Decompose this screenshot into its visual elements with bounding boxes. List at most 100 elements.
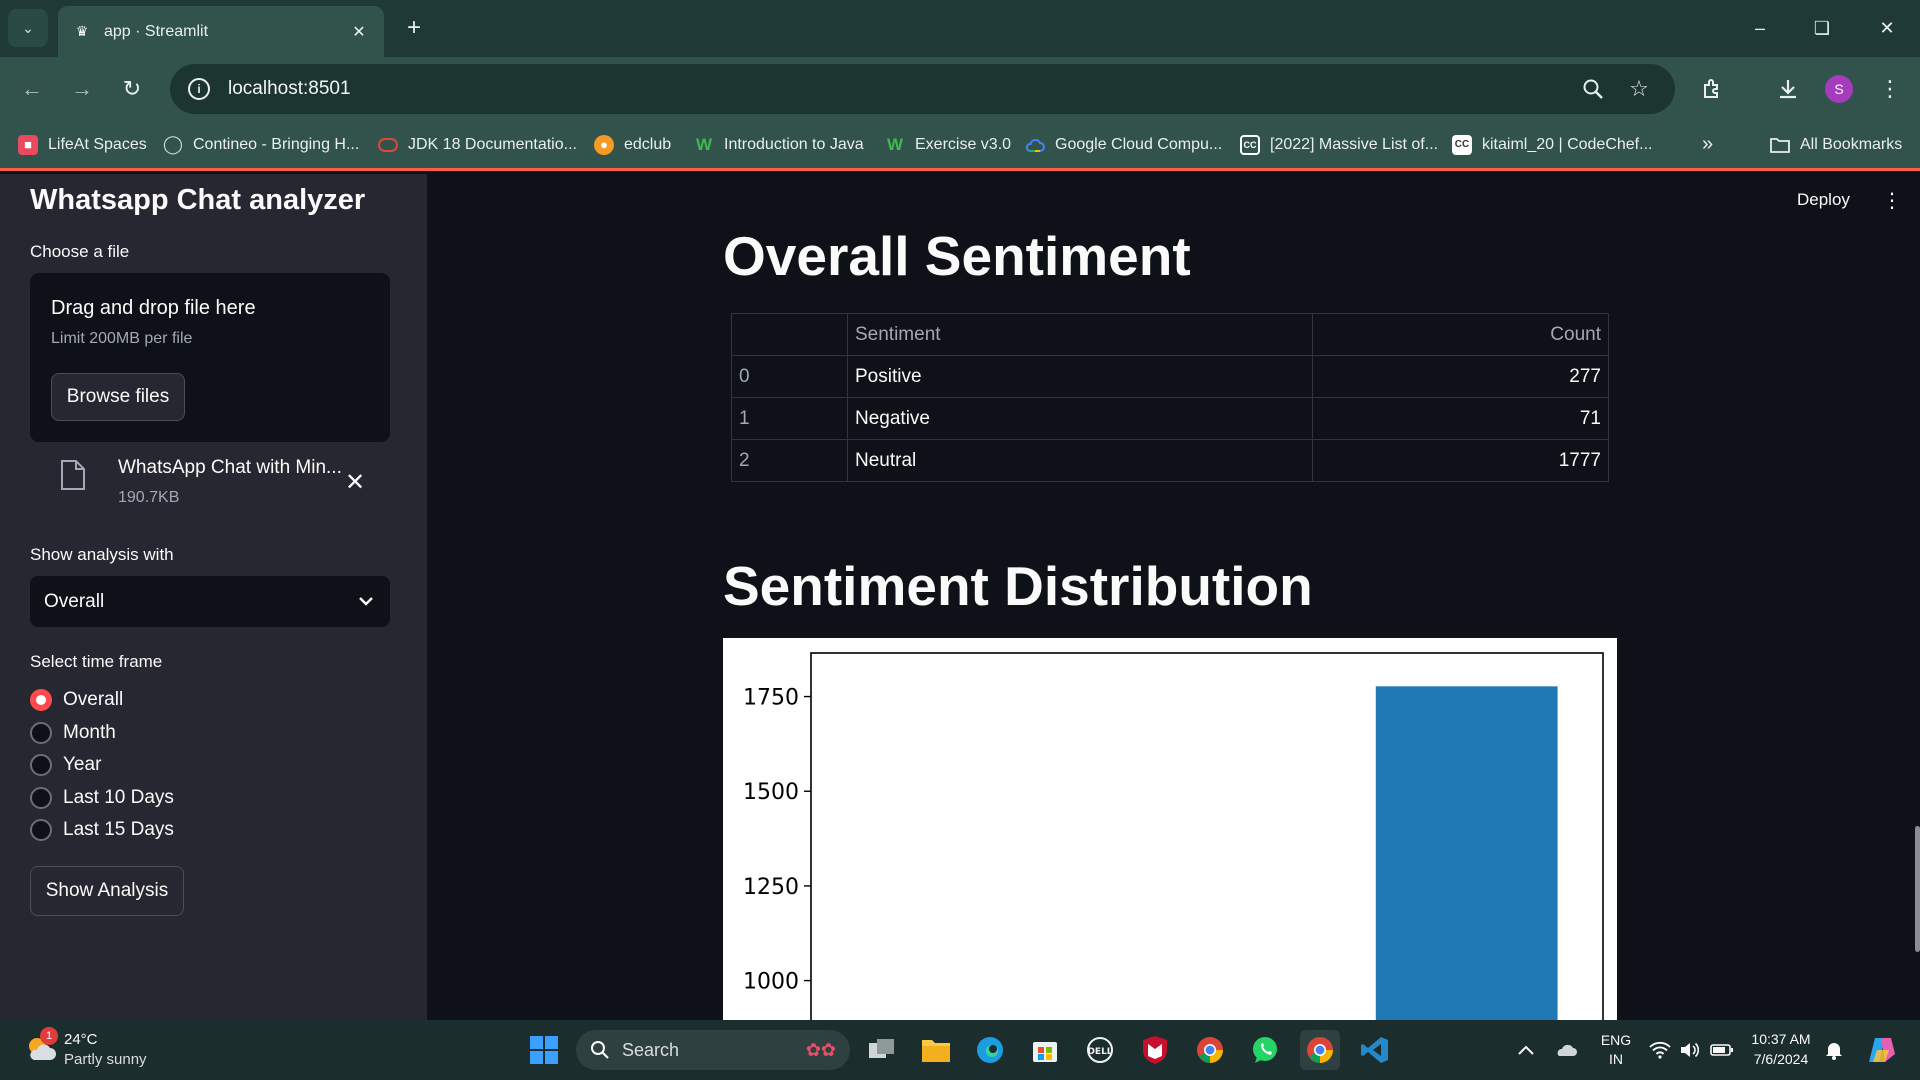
radio-last-15-days[interactable]: Last 15 Days: [30, 816, 174, 844]
table-cell-sentiment: Neutral: [847, 439, 1313, 482]
browser-tab[interactable]: ♛ app · Streamlit ✕: [58, 6, 384, 57]
bookmark-item[interactable]: ■ LifeAt Spaces: [18, 121, 147, 168]
show-analysis-button[interactable]: Show Analysis: [30, 866, 184, 916]
minimize-icon[interactable]: –: [1740, 10, 1780, 46]
bookmark-label: Exercise v3.0: [915, 135, 1012, 153]
edge-browser-icon[interactable]: [970, 1030, 1010, 1070]
url-text[interactable]: localhost:8501: [228, 78, 1565, 100]
sidebar-title: Whatsapp Chat analyzer: [30, 184, 366, 216]
bookmark-item[interactable]: W Exercise v3.0: [885, 121, 1011, 168]
radio-label: Overall: [63, 689, 124, 710]
radio-unselected-icon: [30, 754, 52, 776]
vscode-icon[interactable]: [1355, 1030, 1395, 1070]
whatsapp-icon[interactable]: [1245, 1030, 1285, 1070]
language-indicator-top[interactable]: ENG: [1598, 1032, 1634, 1048]
weather-badge: 1: [40, 1027, 58, 1045]
table-cell-sentiment: Positive: [847, 355, 1313, 398]
more-bookmarks-chevron-icon[interactable]: »: [1702, 121, 1713, 168]
chevron-down-icon: [356, 592, 376, 612]
all-bookmarks[interactable]: All Bookmarks: [1770, 121, 1902, 168]
back-arrow-icon[interactable]: ←: [14, 71, 50, 107]
radio-month[interactable]: Month: [30, 719, 116, 747]
task-view-icon[interactable]: [862, 1030, 902, 1070]
folder-icon: [1770, 135, 1790, 155]
close-tab-icon[interactable]: ✕: [348, 21, 370, 43]
overall-sentiment-heading: Overall Sentiment: [723, 225, 1191, 287]
table-header-row: Sentiment Count: [731, 313, 1609, 356]
file-dropzone[interactable]: Drag and drop file here Limit 200MB per …: [30, 273, 390, 442]
microsoft-store-icon[interactable]: [1025, 1030, 1065, 1070]
windows-taskbar: 1 24°C Partly sunny Search ✿✿ DELL ENG I…: [0, 1020, 1920, 1080]
weather-description[interactable]: Partly sunny: [64, 1051, 147, 1068]
bookmark-label: kitaiml_20 | CodeChef...: [1482, 135, 1653, 153]
bookmark-label: Google Cloud Compu...: [1055, 135, 1223, 153]
reload-icon[interactable]: ↻: [114, 71, 150, 107]
search-label: Search: [622, 1039, 680, 1060]
mcafee-icon[interactable]: [1135, 1030, 1175, 1070]
edclub-icon: ●: [594, 134, 614, 155]
volume-icon[interactable]: [1672, 1030, 1708, 1070]
table-header-index: [731, 313, 848, 356]
remove-file-close-icon[interactable]: ✕: [340, 467, 370, 497]
dell-icon[interactable]: DELL: [1080, 1030, 1120, 1070]
browser-menu-icon[interactable]: ⋮: [1872, 71, 1908, 107]
bookmark-item[interactable]: JDK 18 Documentatio...: [378, 121, 577, 168]
file-explorer-icon[interactable]: [916, 1030, 956, 1070]
bookmark-item[interactable]: CC kitaiml_20 | CodeChef...: [1452, 121, 1652, 168]
scrollbar-thumb[interactable]: [1915, 826, 1920, 952]
app-menu-icon[interactable]: ⋮: [1882, 188, 1902, 212]
table-cell-count: 277: [1312, 355, 1609, 398]
site-info-icon[interactable]: i: [188, 78, 210, 100]
deploy-button[interactable]: Deploy: [1797, 190, 1850, 210]
bookmark-label: edclub: [624, 135, 672, 153]
bookmark-item[interactable]: CC [2022] Massive List of...: [1240, 121, 1438, 168]
windows-start-icon[interactable]: [524, 1030, 564, 1070]
radio-year[interactable]: Year: [30, 751, 101, 779]
battery-icon[interactable]: [1704, 1030, 1740, 1070]
timeframe-label: Select time frame: [30, 652, 163, 671]
bookmark-item[interactable]: W Introduction to Java: [694, 121, 864, 168]
chart-canvas: 7501000125015001750: [743, 652, 1604, 1020]
table-cell-count: 1777: [1312, 439, 1609, 482]
zoom-magnifier-icon[interactable]: [1575, 71, 1611, 107]
radio-label: Last 15 Days: [63, 819, 174, 840]
tray-chevron-up-icon[interactable]: [1506, 1030, 1546, 1070]
taskbar-search-box[interactable]: Search ✿✿: [576, 1030, 850, 1070]
new-tab-plus-icon[interactable]: +: [398, 12, 430, 44]
all-bookmarks-label: All Bookmarks: [1800, 135, 1903, 153]
browse-files-button[interactable]: Browse files: [51, 373, 185, 421]
y-tick-label: 1750: [743, 686, 799, 711]
bookmark-star-icon[interactable]: ☆: [1621, 71, 1657, 107]
extensions-puzzle-icon[interactable]: [1695, 71, 1731, 107]
language-indicator-bottom[interactable]: IN: [1598, 1051, 1634, 1067]
table-cell-index: 1: [731, 397, 848, 440]
radio-overall[interactable]: Overall: [30, 686, 123, 714]
profile-avatar[interactable]: S: [1825, 75, 1853, 103]
forward-arrow-icon[interactable]: →: [64, 71, 100, 107]
onedrive-icon[interactable]: [1546, 1030, 1586, 1070]
tab-search-chevron-icon[interactable]: ⌄: [8, 9, 48, 47]
radio-last-10-days[interactable]: Last 10 Days: [30, 784, 174, 812]
clock-date[interactable]: 7/6/2024: [1744, 1051, 1818, 1067]
notification-bell-icon[interactable]: [1818, 1030, 1850, 1070]
analysis-select[interactable]: Overall: [30, 576, 390, 627]
chrome-icon[interactable]: [1190, 1030, 1230, 1070]
copilot-icon[interactable]: [1862, 1030, 1902, 1070]
table-header-sentiment[interactable]: Sentiment: [847, 313, 1313, 356]
weather-temperature[interactable]: 24°C: [64, 1031, 98, 1048]
address-bar[interactable]: i localhost:8501 ☆: [170, 64, 1675, 114]
table-header-count[interactable]: Count: [1312, 313, 1609, 356]
clock-time[interactable]: 10:37 AM: [1744, 1031, 1818, 1047]
bookmark-item[interactable]: ◯ Contineo - Bringing H...: [163, 121, 359, 168]
table-cell-sentiment: Negative: [847, 397, 1313, 440]
restore-icon[interactable]: ❏: [1802, 10, 1842, 46]
download-icon[interactable]: [1770, 71, 1806, 107]
bookmark-item[interactable]: Google Cloud Compu...: [1025, 121, 1222, 168]
close-window-icon[interactable]: ✕: [1867, 10, 1907, 46]
file-size: 190.7KB: [118, 489, 180, 506]
chrome-active-icon[interactable]: [1300, 1030, 1340, 1070]
sentiment-dataframe[interactable]: Sentiment Count 0 Positive 277 1 Negativ…: [731, 313, 1609, 482]
bookmark-item[interactable]: ● edclub: [594, 121, 671, 168]
analysis-select-label: Show analysis with: [30, 545, 174, 564]
lifeat-icon: ■: [18, 134, 38, 155]
